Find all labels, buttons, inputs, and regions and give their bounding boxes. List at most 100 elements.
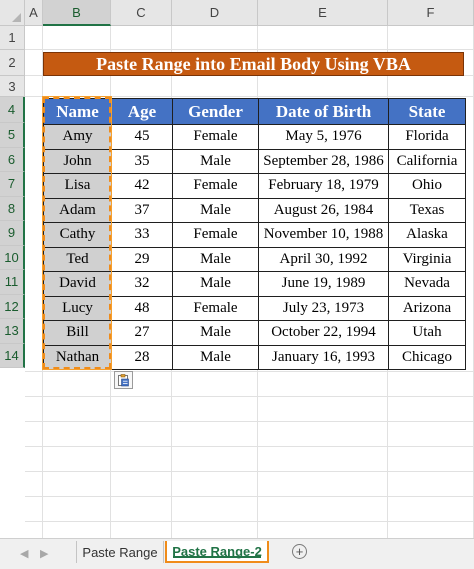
add-sheet-icon[interactable]: + [292,544,307,559]
cell-gender[interactable]: Male [172,271,259,297]
row-header-3[interactable]: 3 [0,76,25,97]
cell-state[interactable]: Ohio [388,173,466,199]
spreadsheet-grid: A B C D E F 1 2 3 4 5 6 7 8 9 10 11 12 1… [0,0,474,538]
table-row: Lucy 48 Female July 23, 1973 Arizona [43,295,466,321]
cell-date-of-birth[interactable]: January 16, 1993 [258,344,389,370]
row-header-11[interactable]: 11 [0,270,25,295]
cell-state[interactable]: Virginia [388,246,466,272]
cell-gender[interactable]: Male [172,197,259,223]
column-header-d[interactable]: D [172,0,258,26]
cell-gender[interactable]: Female [172,173,259,199]
row-headers: 1 2 3 4 5 6 7 8 9 10 11 12 13 14 [0,26,25,368]
cell-state[interactable]: Chicago [388,344,466,370]
nav-right-arrow-icon[interactable]: ▶ [40,547,48,560]
cell-age[interactable]: 48 [111,295,173,321]
cell-state[interactable]: California [388,148,466,174]
cell-age[interactable]: 29 [111,246,173,272]
cell-name[interactable]: Adam [43,197,112,223]
row-header-8[interactable]: 8 [0,196,25,221]
paste-options-button[interactable] [114,371,133,389]
cell-date-of-birth[interactable]: November 10, 1988 [258,222,389,248]
row-header-12[interactable]: 12 [0,294,25,319]
cell-name[interactable]: Ted [43,246,112,272]
row-header-13[interactable]: 13 [0,319,25,344]
table-row: Ted 29 Male April 30, 1992 Virginia [43,246,466,272]
table-row: Adam 37 Male August 26, 1984 Texas [43,197,466,223]
row-header-9[interactable]: 9 [0,221,25,246]
column-header-a[interactable]: A [25,0,43,26]
sheet-tab-bar: ◀ ▶ Paste Range Paste Range-2 + [0,538,474,569]
sheet-tab-paste-range[interactable]: Paste Range [76,541,164,563]
header-name[interactable]: Name [43,98,112,125]
cell-date-of-birth[interactable]: June 19, 1989 [258,271,389,297]
cell-date-of-birth[interactable]: October 22, 1994 [258,320,389,346]
table-row: David 32 Male June 19, 1989 Nevada [43,271,466,297]
row-header-4[interactable]: 4 [0,97,25,123]
cell-state[interactable]: Alaska [388,222,466,248]
cell-date-of-birth[interactable]: February 18, 1979 [258,173,389,199]
column-header-e[interactable]: E [258,0,388,26]
cell-date-of-birth[interactable]: September 28, 1986 [258,148,389,174]
sheet-tab-paste-range-2[interactable]: Paste Range-2 [165,541,269,563]
row-header-5[interactable]: 5 [0,123,25,148]
nav-left-arrow-icon[interactable]: ◀ [20,547,28,560]
cell-age[interactable]: 33 [111,222,173,248]
cell-state[interactable]: Texas [388,197,466,223]
cell-name[interactable]: Amy [43,124,112,150]
cell-name[interactable]: Cathy [43,222,112,248]
cell-date-of-birth[interactable]: April 30, 1992 [258,246,389,272]
cell-name[interactable]: Bill [43,320,112,346]
cell-gender[interactable]: Female [172,124,259,150]
cell-date-of-birth[interactable]: May 5, 1976 [258,124,389,150]
row-header-1[interactable]: 1 [0,26,25,50]
cell-age[interactable]: 37 [111,197,173,223]
row-header-14[interactable]: 14 [0,343,25,368]
table-row: Amy 45 Female May 5, 1976 Florida [43,124,466,150]
column-headers: A B C D E F [25,0,474,26]
select-all-corner[interactable] [0,0,25,26]
cell-name[interactable]: John [43,148,112,174]
column-header-c[interactable]: C [111,0,172,26]
cell-gender[interactable]: Male [172,320,259,346]
header-gender[interactable]: Gender [172,98,259,125]
cell-age[interactable]: 27 [111,320,173,346]
cell-gender[interactable]: Male [172,148,259,174]
cell-state[interactable]: Utah [388,320,466,346]
cell-age[interactable]: 42 [111,173,173,199]
cell-date-of-birth[interactable]: August 26, 1984 [258,197,389,223]
column-header-b[interactable]: B [43,0,111,26]
row-header-7[interactable]: 7 [0,172,25,197]
active-tab-underline [173,556,261,558]
cell-state[interactable]: Arizona [388,295,466,321]
cell-age[interactable]: 45 [111,124,173,150]
row-header-10[interactable]: 10 [0,245,25,270]
cell-gender[interactable]: Male [172,344,259,370]
cell-name[interactable]: Lucy [43,295,112,321]
cell-age[interactable]: 35 [111,148,173,174]
table-row: Cathy 33 Female November 10, 1988 Alaska [43,222,466,248]
table-row: Lisa 42 Female February 18, 1979 Ohio [43,173,466,199]
cell-name[interactable]: David [43,271,112,297]
data-table: Name Age Gender Date of Birth State Amy … [43,98,466,370]
table-header-row: Name Age Gender Date of Birth State [43,98,466,125]
cell-gender[interactable]: Female [172,295,259,321]
cell-state[interactable]: Nevada [388,271,466,297]
table-row: Nathan 28 Male January 16, 1993 Chicago [43,344,466,370]
header-state[interactable]: State [388,98,466,125]
cell-name[interactable]: Lisa [43,173,112,199]
cell-age[interactable]: 32 [111,271,173,297]
column-header-f[interactable]: F [388,0,474,26]
cell-gender[interactable]: Male [172,246,259,272]
cell-date-of-birth[interactable]: July 23, 1973 [258,295,389,321]
header-age[interactable]: Age [111,98,173,125]
paste-options-icon [118,373,129,386]
row-header-2[interactable]: 2 [0,50,25,76]
cell-age[interactable]: 28 [111,344,173,370]
cell-state[interactable]: Florida [388,124,466,150]
row-header-6[interactable]: 6 [0,147,25,172]
sheet-title-banner[interactable]: Paste Range into Email Body Using VBA [43,52,464,76]
header-date-of-birth[interactable]: Date of Birth [258,98,389,125]
cell-gender[interactable]: Female [172,222,259,248]
table-row: John 35 Male September 28, 1986 Californ… [43,148,466,174]
cell-name[interactable]: Nathan [43,344,112,370]
